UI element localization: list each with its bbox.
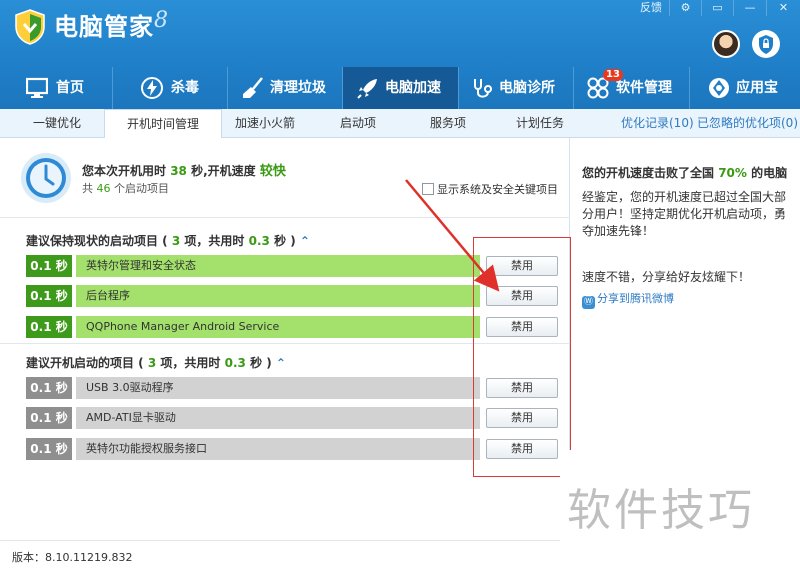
- watermark-text: 软件技巧: [567, 485, 755, 536]
